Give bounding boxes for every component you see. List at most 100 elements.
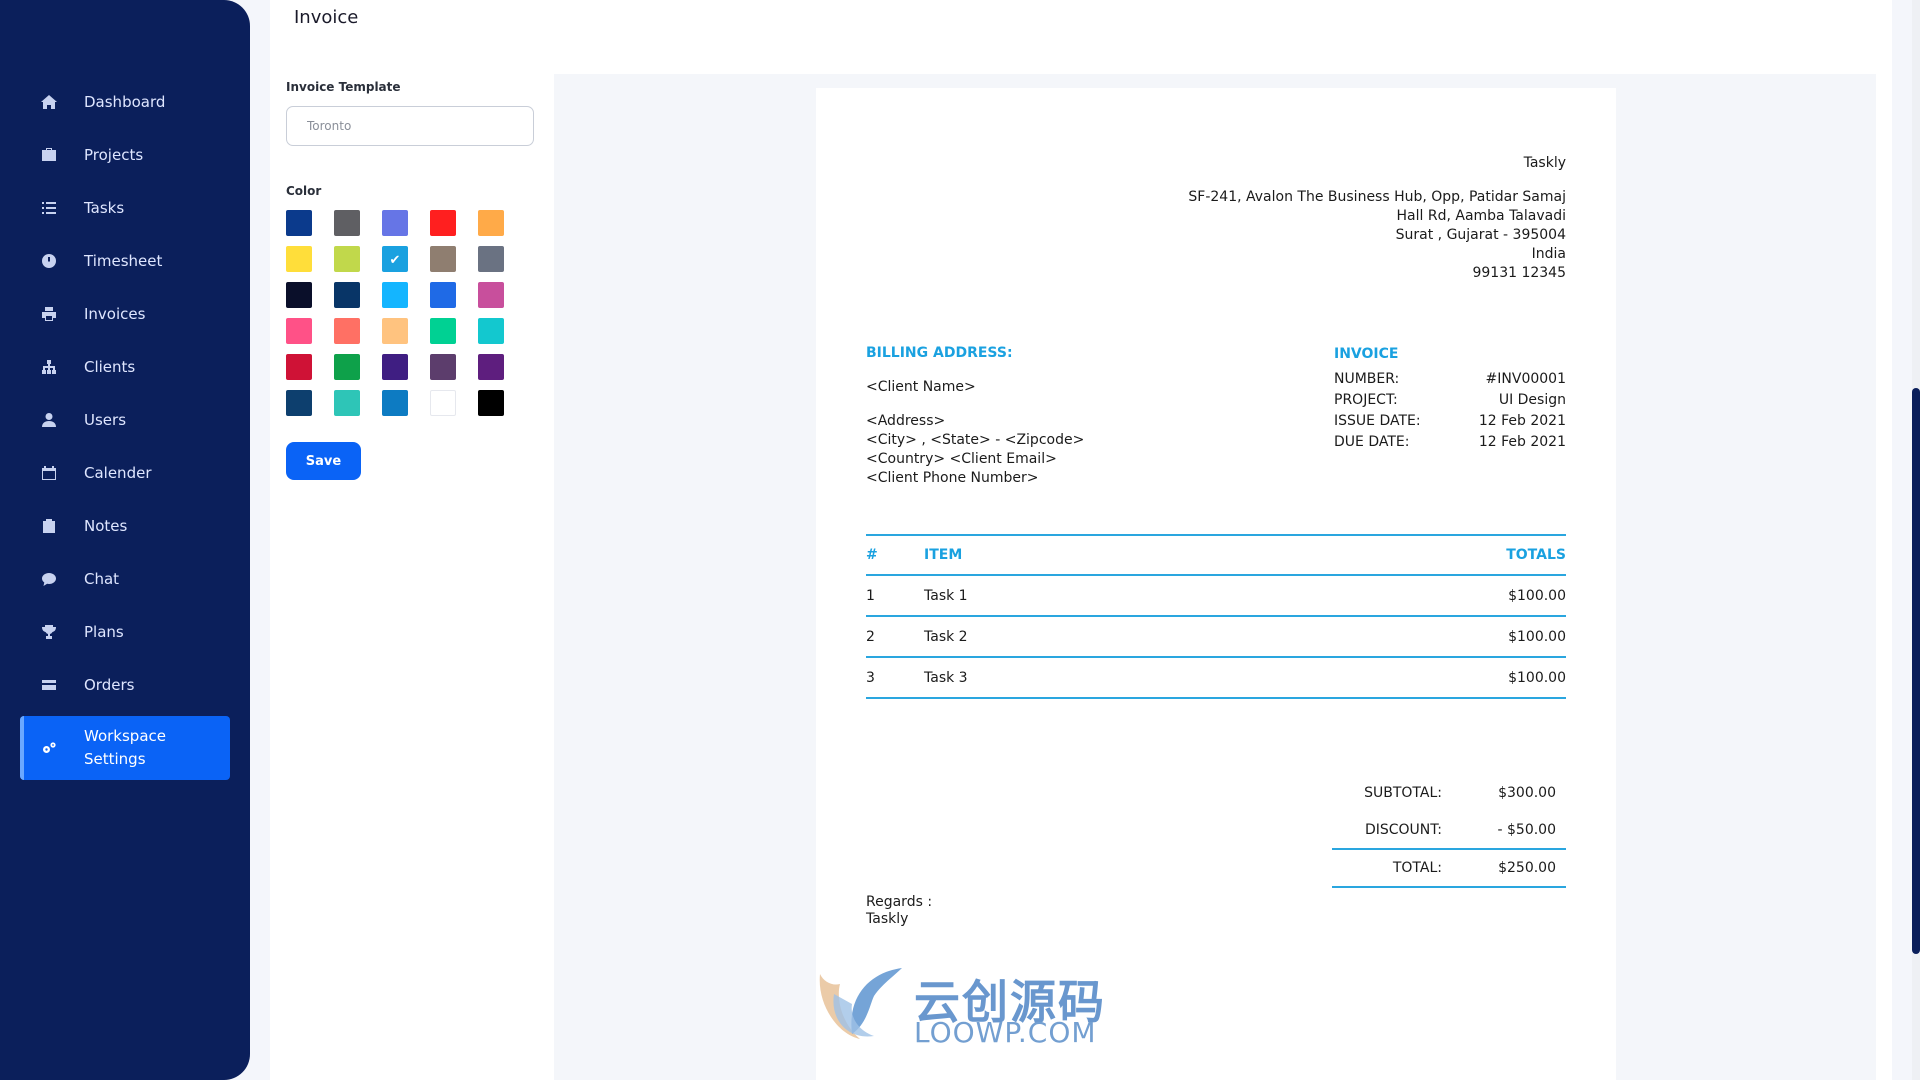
color-swatch[interactable] bbox=[286, 390, 312, 416]
color-swatch[interactable] bbox=[430, 210, 456, 236]
company-name: Taskly bbox=[1523, 155, 1566, 171]
invoice-title: INVOICE bbox=[1334, 346, 1399, 362]
sidebar-item-label: Dashboard bbox=[84, 92, 166, 111]
color-swatch[interactable] bbox=[382, 282, 408, 308]
meta-key: NUMBER: bbox=[1334, 371, 1400, 387]
color-swatch[interactable]: ✔ bbox=[382, 246, 408, 272]
meta-key: DUE DATE: bbox=[1334, 434, 1410, 450]
sidebar-item-clients[interactable]: Clients bbox=[20, 340, 230, 393]
sidebar-item-calender[interactable]: Calender bbox=[20, 446, 230, 499]
color-swatch[interactable] bbox=[478, 390, 504, 416]
meta-key: PROJECT: bbox=[1334, 392, 1398, 408]
regards-block: Regards : Taskly bbox=[866, 894, 932, 928]
meta-value: 12 Feb 2021 bbox=[1478, 413, 1566, 429]
meta-row-number: NUMBER: #INV00001 bbox=[1334, 369, 1566, 390]
client-address-line: <Country> <Client Email> bbox=[866, 451, 1057, 467]
meta-value: #INV00001 bbox=[1485, 371, 1566, 387]
meta-row-issue-date: ISSUE DATE: 12 Feb 2021 bbox=[1334, 411, 1566, 432]
color-swatch[interactable] bbox=[286, 354, 312, 380]
sidebar: Dashboard Projects Tasks Timesheet Invoi… bbox=[0, 0, 250, 1080]
table-header-row: # ITEM TOTALS bbox=[866, 534, 1566, 576]
sidebar-item-timesheet[interactable]: Timesheet bbox=[20, 234, 230, 287]
trophy-icon bbox=[40, 623, 58, 641]
invoice-template-input[interactable] bbox=[286, 106, 534, 146]
color-swatch[interactable] bbox=[334, 282, 360, 308]
color-swatch[interactable] bbox=[430, 354, 456, 380]
sidebar-item-label: Tasks bbox=[84, 198, 125, 217]
color-swatch[interactable] bbox=[286, 246, 312, 272]
color-swatch[interactable] bbox=[286, 210, 312, 236]
sidebar-item-chat[interactable]: Chat bbox=[20, 552, 230, 605]
color-swatch[interactable] bbox=[334, 318, 360, 344]
sidebar-item-label: Workspace Settings bbox=[84, 727, 166, 768]
color-swatch[interactable] bbox=[478, 318, 504, 344]
table-row: 2 Task 2 $100.00 bbox=[866, 617, 1566, 658]
subtotal-row: SUBTOTAL: $300.00 bbox=[1332, 774, 1566, 811]
sidebar-item-dashboard[interactable]: Dashboard bbox=[20, 75, 230, 128]
save-button[interactable]: Save bbox=[286, 442, 361, 480]
user-icon bbox=[40, 411, 58, 429]
invoice-paper: Taskly SF-241, Avalon The Business Hub, … bbox=[816, 88, 1616, 1080]
sidebar-item-users[interactable]: Users bbox=[20, 393, 230, 446]
discount-value: - $50.00 bbox=[1497, 821, 1557, 838]
color-swatch[interactable] bbox=[286, 318, 312, 344]
color-label: Color bbox=[286, 184, 322, 198]
sidebar-item-invoices[interactable]: Invoices bbox=[20, 287, 230, 340]
row-total: $100.00 bbox=[1508, 669, 1566, 686]
meta-value: UI Design bbox=[1498, 392, 1566, 408]
row-total: $100.00 bbox=[1508, 587, 1566, 604]
sitemap-icon bbox=[40, 358, 58, 376]
sidebar-item-orders[interactable]: Orders bbox=[20, 658, 230, 711]
total-row: TOTAL: $250.00 bbox=[1332, 848, 1566, 888]
row-num: 3 bbox=[866, 669, 875, 686]
billing-address-title: BILLING ADDRESS: bbox=[866, 345, 1013, 361]
gears-icon bbox=[40, 739, 58, 757]
color-swatch[interactable] bbox=[382, 390, 408, 416]
color-swatch[interactable] bbox=[382, 210, 408, 236]
color-swatch[interactable] bbox=[478, 246, 504, 272]
regards-name: Taskly bbox=[866, 911, 909, 927]
sidebar-item-projects[interactable]: Projects bbox=[20, 128, 230, 181]
color-swatch[interactable] bbox=[286, 282, 312, 308]
discount-row: DISCOUNT: - $50.00 bbox=[1332, 811, 1566, 848]
invoice-template-label: Invoice Template bbox=[286, 80, 401, 94]
color-swatch[interactable] bbox=[478, 354, 504, 380]
color-swatch[interactable] bbox=[430, 246, 456, 272]
color-swatch[interactable] bbox=[478, 210, 504, 236]
subtotal-value: $300.00 bbox=[1498, 784, 1556, 801]
total-value: $250.00 bbox=[1498, 860, 1556, 876]
color-swatch[interactable] bbox=[478, 282, 504, 308]
sidebar-item-notes[interactable]: Notes bbox=[20, 499, 230, 552]
list-icon bbox=[40, 199, 58, 217]
color-swatch[interactable] bbox=[334, 354, 360, 380]
sidebar-item-tasks[interactable]: Tasks bbox=[20, 181, 230, 234]
table-row: 1 Task 1 $100.00 bbox=[866, 576, 1566, 617]
company-address-line: SF-241, Avalon The Business Hub, Opp, Pa… bbox=[1188, 189, 1566, 205]
company-address-line: India bbox=[1531, 246, 1566, 262]
chat-icon bbox=[40, 570, 58, 588]
sidebar-item-plans[interactable]: Plans bbox=[20, 605, 230, 658]
sidebar-item-label: Invoices bbox=[84, 304, 146, 323]
color-swatch[interactable] bbox=[382, 354, 408, 380]
sidebar-item-label: Calender bbox=[84, 463, 152, 482]
scrollbar-thumb[interactable] bbox=[1912, 388, 1920, 954]
col-header-totals: TOTALS bbox=[1506, 547, 1566, 563]
color-swatch[interactable] bbox=[430, 282, 456, 308]
subtotal-label: SUBTOTAL: bbox=[1364, 784, 1442, 801]
color-swatch[interactable] bbox=[334, 390, 360, 416]
row-item: Task 1 bbox=[924, 587, 968, 604]
sidebar-item-workspace-settings[interactable]: Workspace Settings bbox=[20, 716, 230, 780]
client-address-line: <City> , <State> - <Zipcode> bbox=[866, 432, 1085, 448]
row-item: Task 3 bbox=[924, 669, 968, 686]
color-swatch[interactable] bbox=[334, 246, 360, 272]
sidebar-item-label: Clients bbox=[84, 357, 136, 376]
billing-address-block: BILLING ADDRESS: <Client Name> <Address>… bbox=[866, 344, 1084, 488]
page-header: Invoice bbox=[270, 0, 1892, 56]
row-num: 1 bbox=[866, 587, 875, 604]
clipboard-icon bbox=[40, 517, 58, 535]
color-swatch[interactable] bbox=[430, 318, 456, 344]
color-swatch[interactable] bbox=[334, 210, 360, 236]
color-swatch[interactable] bbox=[430, 390, 456, 416]
totals-block: SUBTOTAL: $300.00 DISCOUNT: - $50.00 TOTAL… bbox=[1332, 774, 1566, 888]
color-swatch[interactable] bbox=[382, 318, 408, 344]
